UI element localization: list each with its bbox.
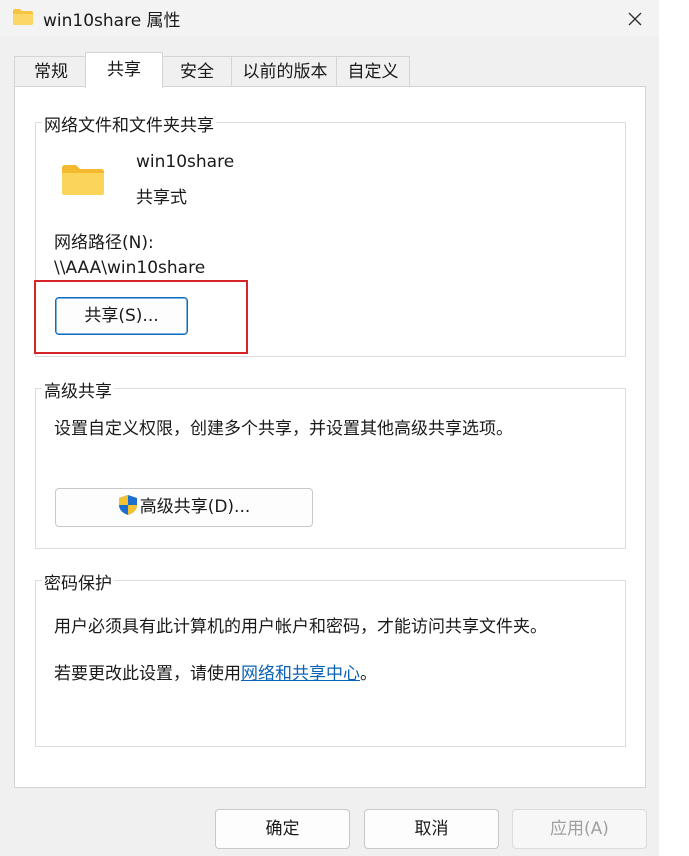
tab-label: 自定义	[347, 62, 399, 82]
tab-customize[interactable]: 自定义	[336, 56, 410, 87]
apply-button[interactable]: 应用(A)	[512, 809, 647, 849]
folder-icon	[13, 9, 33, 25]
network-sharing-center-link[interactable]: 网络和共享中心	[241, 664, 360, 684]
advanced-share-button[interactable]: 高级共享(D)...	[55, 488, 313, 527]
advanced-share-description: 设置自定义权限，创建多个共享，并设置其他高级共享选项。	[54, 419, 513, 439]
highlight-annotation	[34, 280, 248, 354]
tab-sharing[interactable]: 共享	[85, 52, 163, 88]
close-icon	[628, 12, 642, 26]
background-area	[659, 0, 689, 856]
tab-label: 常规	[34, 62, 68, 82]
tab-label: 以前的版本	[242, 62, 328, 82]
group-label-advanced-share: 高级共享	[42, 377, 114, 402]
cancel-button[interactable]: 取消	[364, 809, 499, 849]
change-setting-period: 。	[360, 664, 377, 684]
tab-label: 安全	[180, 62, 214, 82]
tab-general[interactable]: 常规	[14, 56, 88, 87]
change-setting-prefix: 若要更改此设置，请使用	[54, 664, 241, 684]
tab-label: 共享	[107, 60, 141, 80]
network-path-label: 网络路径(N):	[54, 233, 154, 253]
password-protection-description: 用户必须具有此计算机的用户帐户和密码，才能访问共享文件夹。	[54, 617, 547, 637]
ok-button[interactable]: 确定	[215, 809, 350, 849]
advanced-share-button-label: 高级共享(D)...	[139, 497, 251, 517]
folder-icon	[62, 165, 104, 195]
tab-security[interactable]: 安全	[160, 56, 234, 87]
folder-name: win10share	[136, 152, 235, 172]
tab-previous-versions[interactable]: 以前的版本	[231, 56, 339, 87]
change-setting-text: 若要更改此设置，请使用网络和共享中心。	[54, 659, 377, 684]
close-button[interactable]	[618, 4, 652, 32]
uac-shield-icon	[118, 495, 137, 515]
group-label-network-share: 网络文件和文件夹共享	[42, 111, 216, 136]
window-title: win10share 属性	[43, 11, 181, 31]
group-label-password-protection: 密码保护	[42, 569, 114, 594]
share-status: 共享式	[136, 188, 187, 208]
title-bar: win10share 属性	[0, 0, 660, 36]
network-path-value: \\AAA\win10share	[54, 258, 206, 278]
